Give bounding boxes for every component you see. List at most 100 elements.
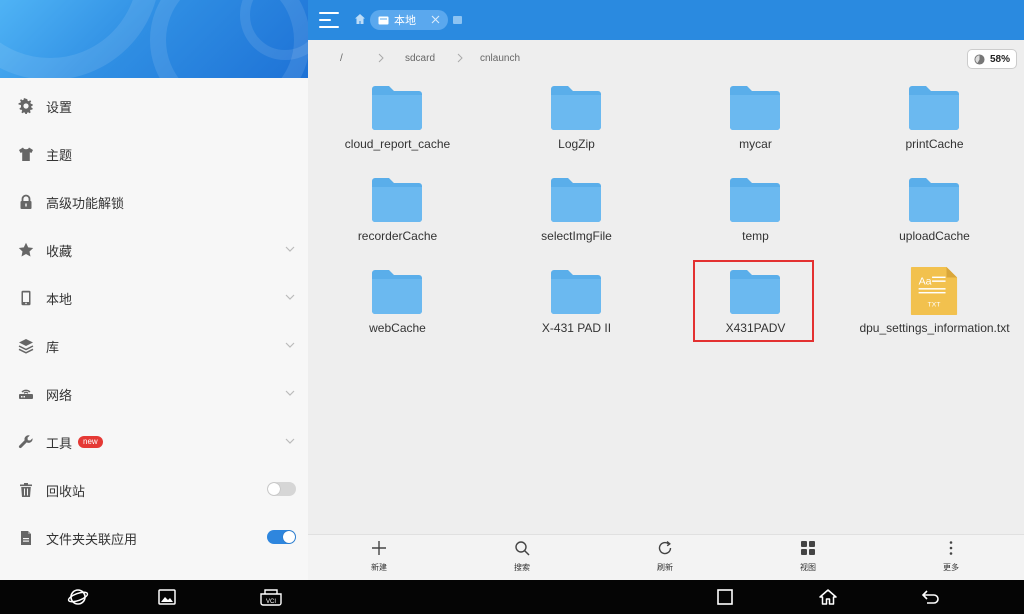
file-name: temp bbox=[742, 229, 769, 243]
more-vertical-icon bbox=[949, 541, 953, 555]
refresh-button[interactable]: 刷新 bbox=[640, 540, 690, 578]
folder-item-cloud-report-cache[interactable]: cloud_report_cache bbox=[308, 82, 487, 174]
file-name: selectImgFile bbox=[541, 229, 612, 243]
folder-association-toggle[interactable] bbox=[267, 530, 296, 544]
folder-item-temp[interactable]: temp bbox=[666, 174, 845, 266]
sidebar-item-settings[interactable]: 设置 bbox=[0, 82, 308, 130]
sidebar-item-label: 库 bbox=[46, 340, 60, 356]
sidebar-item-network[interactable]: 网络 bbox=[0, 370, 308, 418]
storage-percent: 58% bbox=[990, 53, 1011, 65]
file-name: cloud_report_cache bbox=[344, 137, 451, 151]
txt-file-icon: Aa TXT bbox=[910, 266, 958, 316]
highlight-annotation-box bbox=[693, 260, 814, 342]
file-name: webCache bbox=[369, 321, 426, 335]
search-button[interactable]: 搜索 bbox=[497, 540, 547, 578]
chevron-down-icon[interactable] bbox=[285, 388, 295, 398]
file-browser-panel: 本地 / sdcard cnlaunch 58% cloud_report_ca… bbox=[308, 0, 1024, 580]
file-name: dpu_settings_information.txt bbox=[859, 321, 1010, 335]
grid-view-icon bbox=[801, 541, 815, 555]
sidebar-item-library[interactable]: 库 bbox=[0, 322, 308, 370]
chevron-down-icon[interactable] bbox=[285, 436, 295, 446]
phone-icon bbox=[17, 289, 35, 307]
sidebar-item-theme[interactable]: 主题 bbox=[0, 130, 308, 178]
chevron-down-icon[interactable] bbox=[285, 244, 295, 254]
file-item-dpu-settings-information-txt[interactable]: Aa TXT dpu_settings_information.txt bbox=[845, 266, 1024, 358]
wrench-icon bbox=[17, 433, 35, 451]
gallery-icon[interactable] bbox=[156, 587, 178, 607]
more-button[interactable]: 更多 bbox=[926, 540, 976, 578]
folder-item-selectimgfile[interactable]: selectImgFile bbox=[487, 174, 666, 266]
sidebar-item-tools[interactable]: 工具 new bbox=[0, 418, 308, 466]
file-name: mycar bbox=[739, 137, 772, 151]
folder-icon bbox=[372, 178, 422, 222]
folder-icon bbox=[730, 178, 780, 222]
sidebar-item-label: 网络 bbox=[46, 388, 73, 404]
breadcrumb-cnlaunch[interactable]: cnlaunch bbox=[480, 53, 520, 64]
refresh-icon bbox=[658, 540, 672, 555]
view-button[interactable]: 视图 bbox=[783, 540, 833, 578]
file-grid: cloud_report_cache LogZip mycar printCache r… bbox=[308, 78, 1024, 533]
sidebar-item-favorites[interactable]: 收藏 bbox=[0, 226, 308, 274]
tab-local[interactable]: 本地 bbox=[370, 10, 448, 30]
shirt-icon bbox=[17, 145, 35, 163]
svg-text:VCI: VCI bbox=[266, 599, 276, 605]
toolbar-label: 刷新 bbox=[657, 563, 673, 572]
file-name: LogZip bbox=[558, 137, 595, 151]
folder-item-uploadcache[interactable]: uploadCache bbox=[845, 174, 1024, 266]
recycle-bin-toggle[interactable] bbox=[267, 482, 296, 496]
folder-icon bbox=[372, 86, 422, 130]
file-link-icon bbox=[17, 529, 35, 547]
sidebar-item-label: 回收站 bbox=[46, 484, 86, 500]
sidebar-item-folder-app-association[interactable]: 文件夹关联应用 bbox=[0, 514, 308, 562]
folder-icon bbox=[551, 86, 601, 130]
chevron-down-icon[interactable] bbox=[285, 340, 295, 350]
lock-icon bbox=[17, 193, 35, 211]
home-nav-icon[interactable] bbox=[817, 587, 839, 607]
folder-icon bbox=[551, 178, 601, 222]
sidebar-item-local[interactable]: 本地 bbox=[0, 274, 308, 322]
folder-icon bbox=[909, 86, 959, 130]
svg-text:TXT: TXT bbox=[928, 301, 941, 308]
recents-icon[interactable] bbox=[714, 587, 736, 607]
folder-item-webcache[interactable]: webCache bbox=[308, 266, 487, 358]
chevron-down-icon[interactable] bbox=[285, 292, 295, 302]
file-name: printCache bbox=[905, 137, 964, 151]
folder-item-x-431-pad-ii[interactable]: X-431 PAD II bbox=[487, 266, 666, 358]
menu-icon[interactable] bbox=[319, 12, 339, 28]
layers-icon bbox=[17, 337, 35, 355]
network-icon bbox=[17, 385, 35, 403]
folder-item-printcache[interactable]: printCache bbox=[845, 82, 1024, 174]
new-badge: new bbox=[78, 436, 103, 448]
svg-text:Aa: Aa bbox=[919, 275, 932, 287]
close-icon[interactable] bbox=[431, 15, 440, 24]
toolbar-label: 搜索 bbox=[514, 563, 530, 572]
sidebar-item-advanced-unlock[interactable]: 高级功能解锁 bbox=[0, 178, 308, 226]
folder-item-mycar[interactable]: mycar bbox=[666, 82, 845, 174]
browser-app-icon[interactable] bbox=[67, 587, 89, 607]
sidebar-item-label: 文件夹关联应用 bbox=[46, 532, 138, 548]
breadcrumb-sdcard[interactable]: sdcard bbox=[405, 53, 435, 64]
toolbar-label: 新建 bbox=[371, 563, 387, 572]
folder-icon bbox=[551, 270, 601, 314]
sidebar-item-label: 高级功能解锁 bbox=[46, 196, 125, 212]
folder-item-recordercache[interactable]: recorderCache bbox=[308, 174, 487, 266]
new-button[interactable]: 新建 bbox=[354, 540, 404, 578]
plus-icon bbox=[372, 541, 386, 555]
back-icon[interactable] bbox=[920, 587, 942, 607]
gear-icon bbox=[17, 97, 35, 115]
top-app-bar: 本地 bbox=[308, 0, 1024, 40]
home-icon[interactable] bbox=[354, 13, 366, 25]
vci-icon[interactable]: VCI bbox=[258, 587, 284, 607]
file-name: uploadCache bbox=[899, 229, 970, 243]
storage-usage-indicator[interactable]: 58% bbox=[967, 49, 1017, 69]
toolbar-label: 更多 bbox=[943, 563, 959, 572]
breadcrumb-root[interactable]: / bbox=[340, 53, 343, 64]
folder-item-logzip[interactable]: LogZip bbox=[487, 82, 666, 174]
toolbar-label: 视图 bbox=[800, 563, 816, 572]
sidebar-item-recycle-bin[interactable]: 回收站 bbox=[0, 466, 308, 514]
pie-chart-icon bbox=[974, 53, 985, 65]
window-tab-icon bbox=[378, 16, 389, 24]
folder-icon bbox=[730, 86, 780, 130]
windows-icon[interactable] bbox=[453, 16, 462, 24]
bottom-toolbar: 新建 搜索 刷新 视图 更多 bbox=[308, 534, 1024, 580]
